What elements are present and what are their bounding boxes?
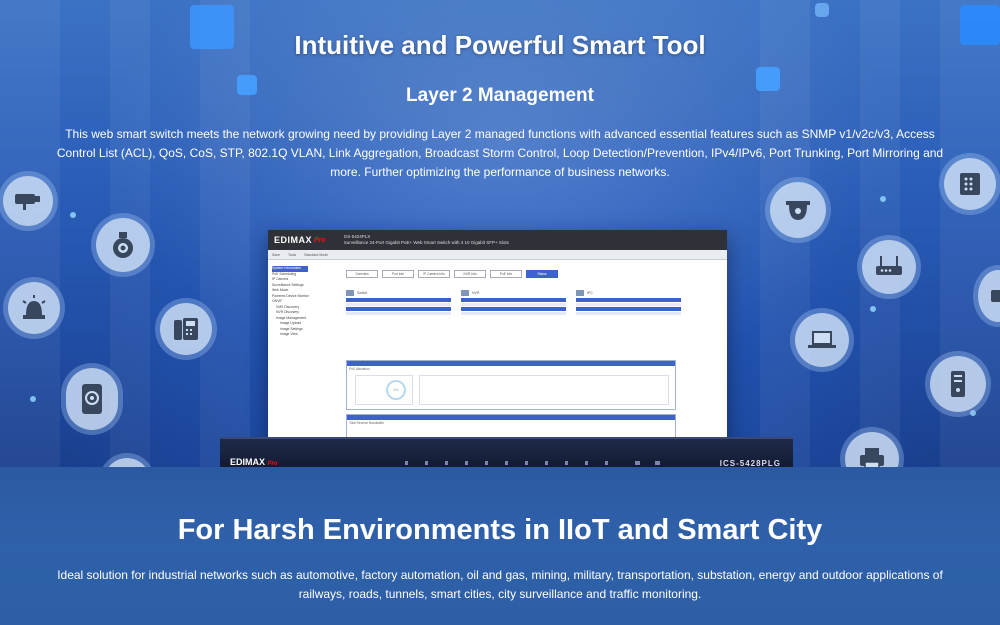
hardware-logo: EDIMAX Pro [230, 457, 278, 467]
mockup-row [346, 307, 451, 311]
mockup-tab-active[interactable]: Status [526, 270, 558, 278]
sparkle-dot [970, 410, 976, 416]
mockup-row [576, 311, 681, 315]
mockup-row [461, 302, 566, 306]
hero-subtitle: Layer 2 Management [406, 85, 594, 106]
background-stripe [200, 0, 250, 467]
mockup-mode-button[interactable]: Standard Mode [304, 253, 328, 257]
section-description: Ideal solution for industrial networks s… [57, 568, 943, 601]
ceiling-camera-icon [770, 182, 826, 238]
nvr-icon [461, 289, 469, 296]
hero-title: Intuitive and Powerful Smart Tool [294, 30, 706, 60]
sparkle-dot [880, 196, 886, 202]
mockup-save-button[interactable]: Save [272, 253, 280, 257]
mockup-row [576, 298, 681, 302]
mockup-section-title: PoE Allocation [349, 367, 370, 371]
port-led [445, 461, 448, 465]
mockup-gauge: 0% [386, 380, 406, 400]
mockup-panel-nvr: NVR [461, 288, 566, 315]
laptop-icon [795, 313, 849, 367]
port-led [545, 461, 548, 465]
harsh-environments-section: For Harsh Environments in IIoT and Smart… [0, 467, 1000, 625]
sparkle-dot [70, 212, 76, 218]
router-icon [862, 240, 916, 294]
mockup-sidebar: System Information PoE Scheduling IP Cam… [272, 266, 340, 338]
mockup-row [346, 302, 451, 306]
siren-icon [8, 282, 60, 334]
mockup-panel-label: NVR [472, 290, 480, 295]
port-led [425, 461, 428, 465]
mockup-gauge-box: 0% [355, 375, 413, 405]
bullet-camera-icon [3, 176, 53, 226]
mockup-chart [419, 375, 669, 405]
mockup-toolbar: Save Tools Standard Mode [268, 250, 727, 260]
hardware-model: ICS-5428PLG [719, 459, 781, 467]
hero-section: Intuitive and Powerful Smart Tool Layer … [0, 0, 1000, 467]
mockup-panel-label: Switch [357, 290, 368, 295]
port-led [605, 461, 608, 465]
port-led [655, 461, 660, 465]
port-led [635, 461, 640, 465]
port-led [505, 461, 508, 465]
section-title: For Harsh Environments in IIoT and Smart… [177, 514, 823, 546]
background-stripe [860, 0, 900, 467]
port-led [525, 461, 528, 465]
mockup-model-desc: Surveillance 24-Port Gigabit PoE+ Web Sm… [343, 240, 509, 245]
mockup-header: EDIMAX Pro GS-5424PLX Surveillance 24-Po… [268, 230, 727, 250]
mockup-title: GS-5424PLX Surveillance 24-Port Gigabit … [344, 234, 509, 246]
mockup-tab[interactable]: PoE Info [490, 270, 522, 278]
mockup-tab[interactable]: Overview [346, 270, 378, 278]
dome-camera-icon [96, 218, 150, 272]
mockup-panel-ipc: IPC [576, 288, 681, 315]
mockup-logo: EDIMAX [274, 235, 313, 245]
mockup-tab[interactable]: IP Camera Info [418, 270, 450, 278]
switch-icon [346, 289, 354, 296]
mockup-tools-button[interactable]: Tools [288, 253, 296, 257]
mockup-section-title: Total Receive Bandwidth [349, 421, 384, 425]
phone-icon [160, 303, 212, 355]
mockup-sidebar-item[interactable]: Image View [272, 332, 340, 338]
sparkle-dot [870, 306, 876, 312]
sparkle-dot [30, 396, 36, 402]
mockup-tabs: Overview Port Info IP Camera Info NVR In… [346, 270, 681, 278]
glow-square [815, 3, 829, 17]
switch-ui-mockup: EDIMAX Pro GS-5424PLX Surveillance 24-Po… [268, 230, 727, 454]
mockup-row [576, 307, 681, 311]
port-led [565, 461, 568, 465]
mockup-row [461, 307, 566, 311]
mockup-panel-switch: Switch [346, 288, 451, 315]
port-led [465, 461, 468, 465]
mockup-tab[interactable]: Port Info [382, 270, 414, 278]
ipc-icon [576, 289, 584, 296]
server-tower-icon [930, 356, 986, 412]
mockup-tab[interactable]: NVR Info [454, 270, 486, 278]
mockup-poe-box: PoE Allocation 0% [346, 360, 676, 410]
port-led [485, 461, 488, 465]
touch-kiosk-icon [66, 368, 118, 430]
mockup-row [346, 298, 451, 302]
mockup-row [576, 302, 681, 306]
hardware-logo-text: EDIMAX [230, 457, 266, 467]
mockup-panel-label: IPC [587, 290, 593, 295]
switch-hardware: EDIMAX Pro ICS-5428PLG [220, 437, 793, 467]
mockup-row [461, 298, 566, 302]
port-led [585, 461, 588, 465]
mockup-main: Overview Port Info IP Camera Info NVR In… [346, 270, 681, 315]
mockup-row [346, 311, 451, 315]
mockup-row [461, 311, 566, 315]
hero-description: This web smart switch meets the network … [56, 127, 944, 179]
mockup-panels: Switch NVR IPC [346, 288, 681, 315]
port-led [405, 461, 408, 465]
mockup-logo-suffix: Pro [314, 236, 326, 244]
